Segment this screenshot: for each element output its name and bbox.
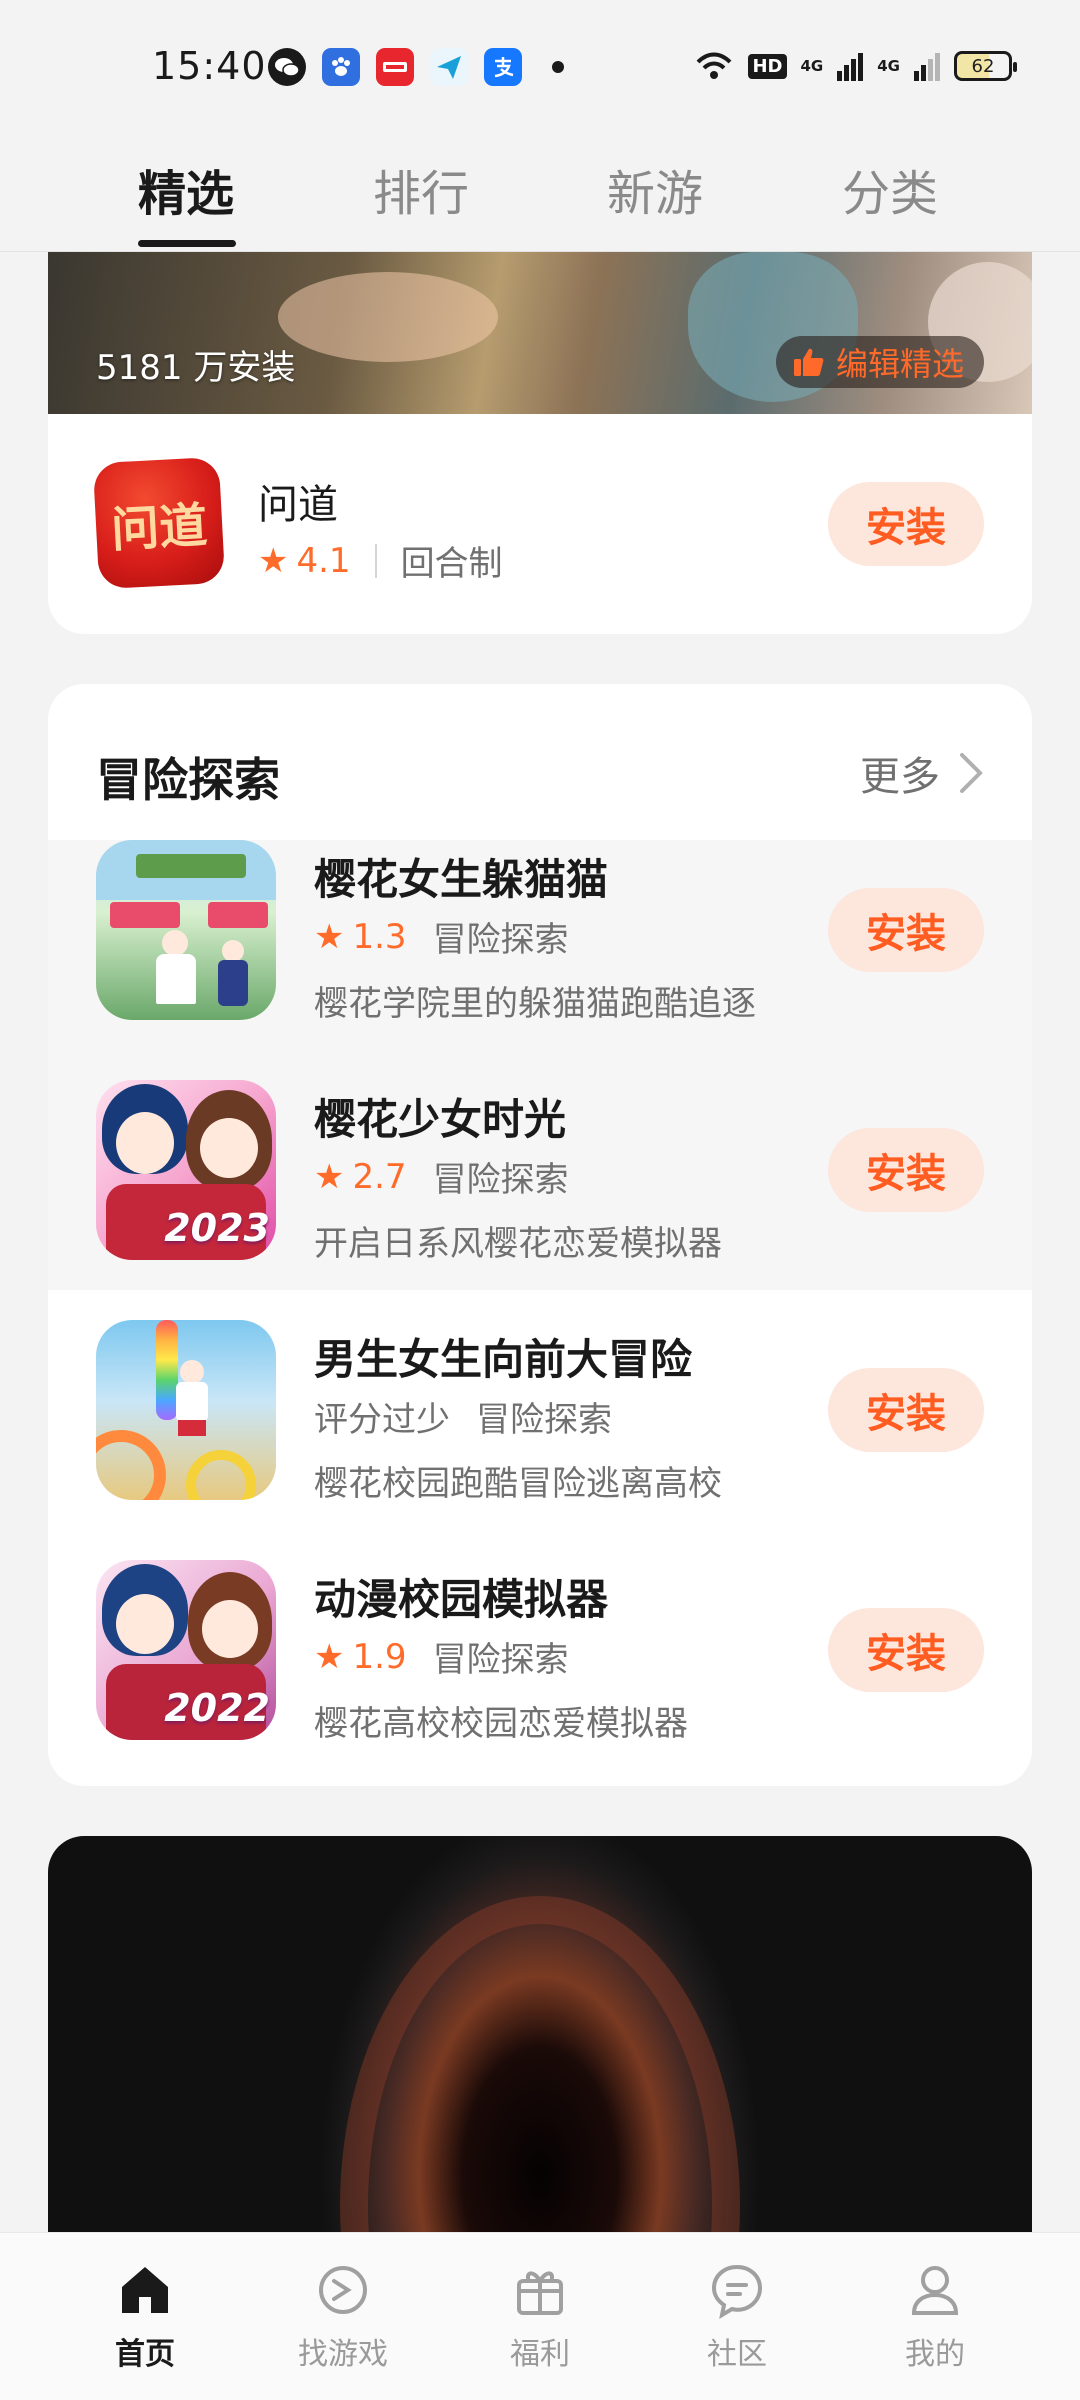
wifi-icon xyxy=(697,52,732,79)
nav-benefits[interactable]: 福利 xyxy=(475,2261,605,2373)
game-description: 樱花校园跑酷冒险逃离高校 xyxy=(314,1464,722,1504)
game-rating: 1.9 xyxy=(352,1636,407,1677)
game-category: 冒险探索 xyxy=(476,1400,612,1440)
paper-plane-icon xyxy=(430,48,468,86)
network-type-2: 4G xyxy=(877,57,900,75)
notification-icons xyxy=(268,48,564,86)
game-meta: ★ 2.7 冒险探索 xyxy=(314,1152,569,1201)
game-rating-insufficient: 评分过少 xyxy=(314,1400,450,1440)
featured-game-card[interactable]: 问道 问道 ★ 4.1 回合制 安装 xyxy=(48,414,1032,634)
game-row[interactable]: 男生女生向前大冒险 评分过少 冒险探索 樱花校园跑酷冒险逃离高校 安装 xyxy=(48,1320,1032,1540)
signal-icon-2 xyxy=(914,53,940,81)
game-name: 樱花女生躲猫猫 xyxy=(314,855,609,904)
more-link[interactable]: 更多 xyxy=(860,744,984,802)
status-time: 15:40 xyxy=(152,44,267,88)
star-icon: ★ xyxy=(258,540,289,581)
game-category: 冒险探索 xyxy=(432,1640,569,1680)
featured-game-category: 回合制 xyxy=(400,544,503,584)
find-game-icon xyxy=(319,2266,367,2314)
nav-label: 社区 xyxy=(707,2337,767,2372)
active-tab-indicator xyxy=(138,240,236,247)
featured-game-name: 问道 xyxy=(258,482,338,528)
game-row[interactable]: 2022 动漫校园模拟器 ★ 1.9 冒险探索 樱花高校校园恋爱模拟器 安装 xyxy=(48,1560,1032,1780)
game-category: 冒险探索 xyxy=(432,920,569,960)
game-name: 男生女生向前大冒险 xyxy=(314,1335,693,1384)
install-button[interactable]: 安装 xyxy=(828,1608,984,1692)
install-button[interactable]: 安装 xyxy=(828,1128,984,1212)
star-icon: ★ xyxy=(314,1156,345,1197)
game-meta: ★ 1.9 冒险探索 xyxy=(314,1632,569,1681)
nav-label: 首页 xyxy=(115,2337,175,2372)
icon-year-badge: 2023 xyxy=(164,1206,270,1250)
game-icon: 2022 xyxy=(96,1560,276,1740)
thumbs-up-icon xyxy=(793,348,824,376)
community-icon xyxy=(711,2264,763,2319)
top-tab-bar: 精选 排行 新游 分类 xyxy=(0,130,1080,252)
more-label: 更多 xyxy=(860,754,940,800)
game-icon xyxy=(96,1320,276,1500)
install-button[interactable]: 安装 xyxy=(828,482,984,566)
star-icon: ★ xyxy=(314,916,345,957)
nav-profile[interactable]: 我的 xyxy=(870,2261,1000,2373)
editor-pick-label: 编辑精选 xyxy=(835,345,964,383)
app-root: 15:40 HD 4G 4G 62 精选 排行 新游 分类 5181 万安装 编… xyxy=(0,0,1080,2400)
status-bar: 15:40 HD 4G 4G 62 xyxy=(0,0,1080,130)
alipay-icon xyxy=(484,48,522,86)
section-title: 冒险探索 xyxy=(96,753,280,807)
featured-game-meta: ★ 4.1 回合制 xyxy=(258,536,503,585)
battery-icon: 62 xyxy=(954,51,1017,81)
profile-icon xyxy=(911,2266,959,2315)
install-count: 5181 万安装 xyxy=(96,348,296,388)
nav-label: 福利 xyxy=(510,2337,570,2372)
network-type-1: 4G xyxy=(800,57,824,75)
game-description: 樱花高校校园恋爱模拟器 xyxy=(314,1704,688,1744)
game-rating: 1.3 xyxy=(352,916,407,957)
install-button[interactable]: 安装 xyxy=(828,1368,984,1452)
nav-label: 我的 xyxy=(905,2337,965,2372)
chevron-right-icon xyxy=(960,753,983,793)
wechat-icon xyxy=(268,48,306,86)
game-name: 动漫校园模拟器 xyxy=(314,1575,609,1624)
nav-home[interactable]: 首页 xyxy=(80,2261,210,2373)
featured-banner[interactable]: 5181 万安装 编辑精选 xyxy=(48,252,1032,414)
install-button[interactable]: 安装 xyxy=(828,888,984,972)
nav-label: 找游戏 xyxy=(298,2337,388,2372)
game-rating: 2.7 xyxy=(352,1156,407,1197)
game-name: 樱花少女时光 xyxy=(314,1095,567,1144)
tab-new-games[interactable]: 新游 xyxy=(607,154,703,224)
game-row[interactable]: 2023 樱花少女时光 ★ 2.7 冒险探索 开启日系风樱花恋爱模拟器 安装 xyxy=(48,1080,1032,1300)
featured-game-icon: 问道 xyxy=(92,456,226,590)
game-meta: 评分过少 冒险探索 xyxy=(314,1392,612,1441)
game-description: 樱花学院里的躲猫猫跑酷追逐 xyxy=(314,984,756,1024)
game-description: 开启日系风樱花恋爱模拟器 xyxy=(314,1224,722,1264)
game-row[interactable]: 樱花女生躲猫猫 ★ 1.3 冒险探索 樱花学院里的躲猫猫跑酷追逐 安装 xyxy=(48,840,1032,1060)
icon-year-badge: 2022 xyxy=(164,1686,270,1730)
baidu-icon xyxy=(322,48,360,86)
game-category: 冒险探索 xyxy=(432,1160,569,1200)
game-meta: ★ 1.3 冒险探索 xyxy=(314,912,569,961)
gift-icon xyxy=(517,2271,563,2315)
more-notifications-dot xyxy=(552,61,564,73)
nav-find-game[interactable]: 找游戏 xyxy=(278,2261,408,2373)
tab-categories[interactable]: 分类 xyxy=(842,154,938,224)
game-icon: 2023 xyxy=(96,1080,276,1260)
editor-pick-badge: 编辑精选 xyxy=(775,336,984,388)
meta-divider xyxy=(374,543,377,578)
star-icon: ★ xyxy=(314,1636,345,1677)
bottom-navigation: 首页 找游戏 福利 社区 我的 xyxy=(0,2232,1080,2400)
hd-badge: HD xyxy=(748,53,787,79)
game-icon xyxy=(96,840,276,1020)
status-indicators: HD 4G 4G 62 xyxy=(694,50,1017,82)
nav-community[interactable]: 社区 xyxy=(672,2261,802,2373)
adventure-section: 冒险探索 更多 樱花女生躲猫猫 ★ 1.3 冒险探索 樱花学院里的躲猫猫跑酷追逐… xyxy=(48,684,1032,1786)
tab-featured[interactable]: 精选 xyxy=(138,154,234,224)
signal-icon xyxy=(837,53,864,81)
tab-ranking[interactable]: 排行 xyxy=(373,154,469,224)
featured-game-rating: 4.1 xyxy=(296,540,351,581)
home-icon xyxy=(122,2267,168,2313)
xiaohongshu-icon xyxy=(376,48,414,86)
